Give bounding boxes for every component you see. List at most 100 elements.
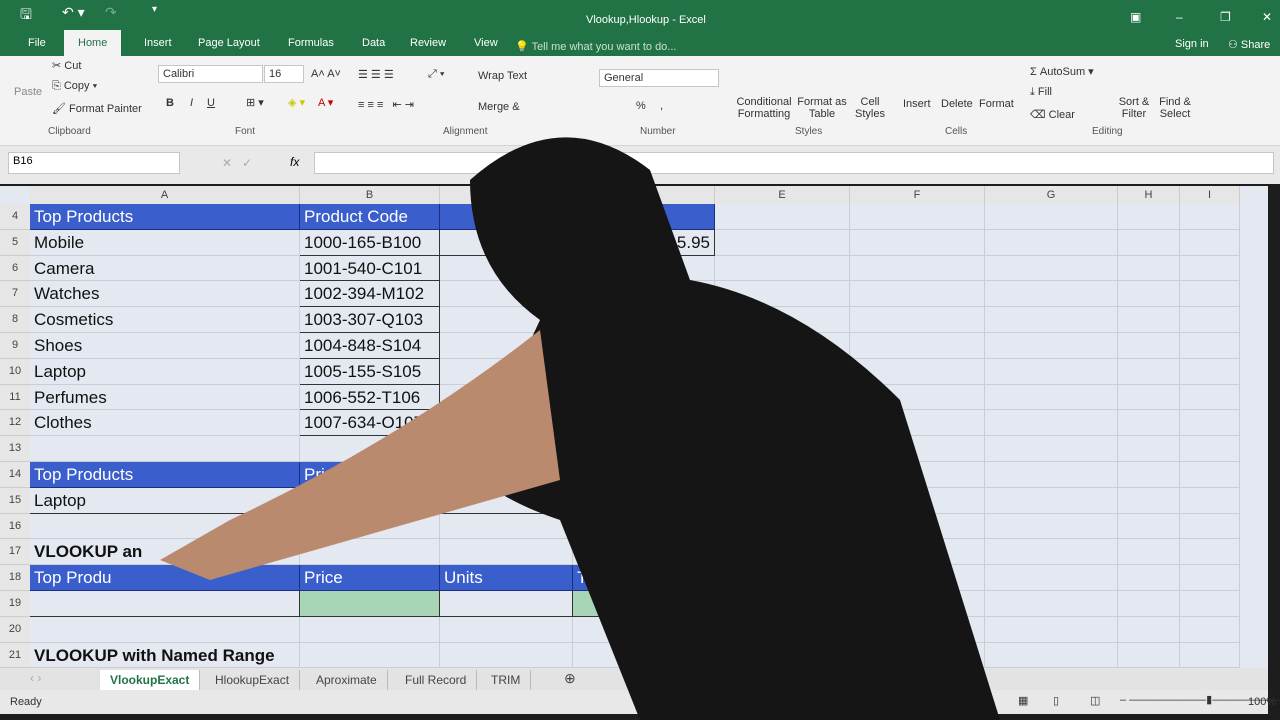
cell[interactable] xyxy=(573,204,715,230)
cut-button[interactable]: ✂ Cut xyxy=(52,59,81,72)
cell[interactable] xyxy=(715,642,850,668)
cell[interactable] xyxy=(985,307,1118,333)
row-header[interactable]: 9 xyxy=(0,333,30,359)
cell[interactable] xyxy=(985,358,1118,385)
undo-icon[interactable]: ↶ ▾ xyxy=(62,4,85,21)
cell[interactable] xyxy=(573,436,715,462)
tab-view[interactable]: View xyxy=(466,34,506,52)
sheet-tab[interactable]: VlookupExact xyxy=(100,670,201,692)
cell[interactable] xyxy=(850,410,985,437)
row-header[interactable]: 12 xyxy=(0,410,30,437)
sheet-tab[interactable]: Aproximate xyxy=(306,670,388,690)
column-header[interactable]: H xyxy=(1118,186,1180,204)
cell[interactable] xyxy=(30,513,300,540)
cell[interactable] xyxy=(850,204,985,230)
cell[interactable] xyxy=(573,384,715,411)
cell[interactable] xyxy=(1118,204,1180,230)
new-sheet-icon[interactable]: ⊕ xyxy=(564,670,576,687)
cell[interactable] xyxy=(850,513,985,540)
fill-button[interactable]: ⤓ Fill xyxy=(1030,86,1052,99)
cell[interactable]: Units xyxy=(440,565,573,591)
cell[interactable]: Shoes xyxy=(30,333,300,359)
cell[interactable]: Camera xyxy=(30,255,300,282)
cell[interactable]: Watches xyxy=(30,281,300,308)
format-painter-button[interactable]: 🖌 Format Painter xyxy=(52,102,142,115)
cell[interactable] xyxy=(300,487,440,514)
cell[interactable] xyxy=(573,307,715,333)
cell[interactable] xyxy=(715,307,850,333)
font-size-select[interactable]: 16 xyxy=(264,65,304,83)
tab-file[interactable]: File xyxy=(20,34,54,52)
cell[interactable] xyxy=(850,307,985,333)
cell[interactable] xyxy=(985,229,1118,256)
cell[interactable]: VLOOKUP an xyxy=(30,539,300,566)
cell[interactable] xyxy=(1118,358,1180,385)
cell[interactable] xyxy=(300,436,440,462)
find-select-button[interactable]: Find & Select xyxy=(1155,96,1195,120)
fill-color-icon[interactable]: ◈ ▾ xyxy=(288,96,305,109)
comma-button[interactable]: , xyxy=(660,100,663,112)
cell[interactable] xyxy=(1118,487,1180,514)
cell[interactable] xyxy=(715,281,850,308)
underline-button[interactable]: U xyxy=(207,97,215,109)
cell[interactable] xyxy=(300,513,440,540)
minimize-icon[interactable]: – xyxy=(1176,10,1183,24)
cell[interactable]: Laptop xyxy=(30,487,300,514)
cell[interactable] xyxy=(300,591,440,617)
restore-icon[interactable]: ❐ xyxy=(1220,10,1231,24)
formula-input[interactable] xyxy=(314,152,1274,174)
cell[interactable] xyxy=(715,229,850,256)
page-layout-view-icon[interactable]: ▯ xyxy=(1053,694,1059,707)
sheet-tab[interactable]: TRIM xyxy=(481,670,532,690)
cell[interactable]: 1002-394-M102 xyxy=(300,281,440,308)
zoom-level[interactable]: 100% xyxy=(1248,696,1276,708)
font-name-select[interactable]: Calibri xyxy=(158,65,263,83)
cell[interactable] xyxy=(1118,642,1180,668)
cell[interactable] xyxy=(985,281,1118,308)
cell[interactable] xyxy=(850,384,985,411)
cell[interactable] xyxy=(985,539,1118,566)
cell[interactable] xyxy=(440,281,573,308)
cell[interactable] xyxy=(440,616,573,643)
wrap-text-button[interactable]: Wrap Text xyxy=(478,70,527,82)
cell[interactable] xyxy=(573,487,715,514)
insert-cells-button[interactable]: Insert xyxy=(903,98,931,110)
cell[interactable] xyxy=(850,487,985,514)
cell[interactable] xyxy=(1180,436,1240,462)
cell[interactable] xyxy=(985,642,1118,668)
name-box[interactable]: B16 xyxy=(8,152,180,174)
cell[interactable] xyxy=(30,616,300,643)
column-header[interactable]: A xyxy=(30,186,300,204)
cell[interactable] xyxy=(985,513,1118,540)
column-header[interactable]: I xyxy=(1180,186,1240,204)
column-header[interactable] xyxy=(573,186,715,204)
sheet-scroll-arrows[interactable]: ‹ › xyxy=(30,671,41,685)
borders-icon[interactable]: ⊞ ▾ xyxy=(246,96,264,109)
cell[interactable] xyxy=(573,616,715,643)
row-header[interactable]: 18 xyxy=(0,565,30,591)
cell[interactable] xyxy=(440,255,573,282)
cell[interactable] xyxy=(1118,333,1180,359)
cell[interactable] xyxy=(985,436,1118,462)
cell[interactable] xyxy=(573,410,715,437)
row-header[interactable]: 7 xyxy=(0,281,30,308)
sign-in-link[interactable]: Sign in xyxy=(1175,38,1209,50)
cell[interactable] xyxy=(1180,384,1240,411)
font-color-icon[interactable]: A ▾ xyxy=(318,96,333,109)
cell[interactable] xyxy=(985,255,1118,282)
cell[interactable] xyxy=(715,565,850,591)
cell[interactable] xyxy=(1180,281,1240,308)
percent-button[interactable]: % xyxy=(636,100,646,112)
cell[interactable] xyxy=(1118,410,1180,437)
cell[interactable]: Perfumes xyxy=(30,384,300,411)
cell[interactable] xyxy=(715,462,850,488)
cell[interactable] xyxy=(850,255,985,282)
column-header[interactable]: F xyxy=(850,186,985,204)
cell[interactable] xyxy=(30,436,300,462)
normal-view-icon[interactable]: ▦ xyxy=(1018,694,1028,707)
cell[interactable] xyxy=(1118,307,1180,333)
cell[interactable] xyxy=(1118,462,1180,488)
column-header[interactable]: E xyxy=(715,186,850,204)
cell[interactable]: Top Produ xyxy=(30,565,300,591)
cell[interactable]: To xyxy=(573,462,715,488)
